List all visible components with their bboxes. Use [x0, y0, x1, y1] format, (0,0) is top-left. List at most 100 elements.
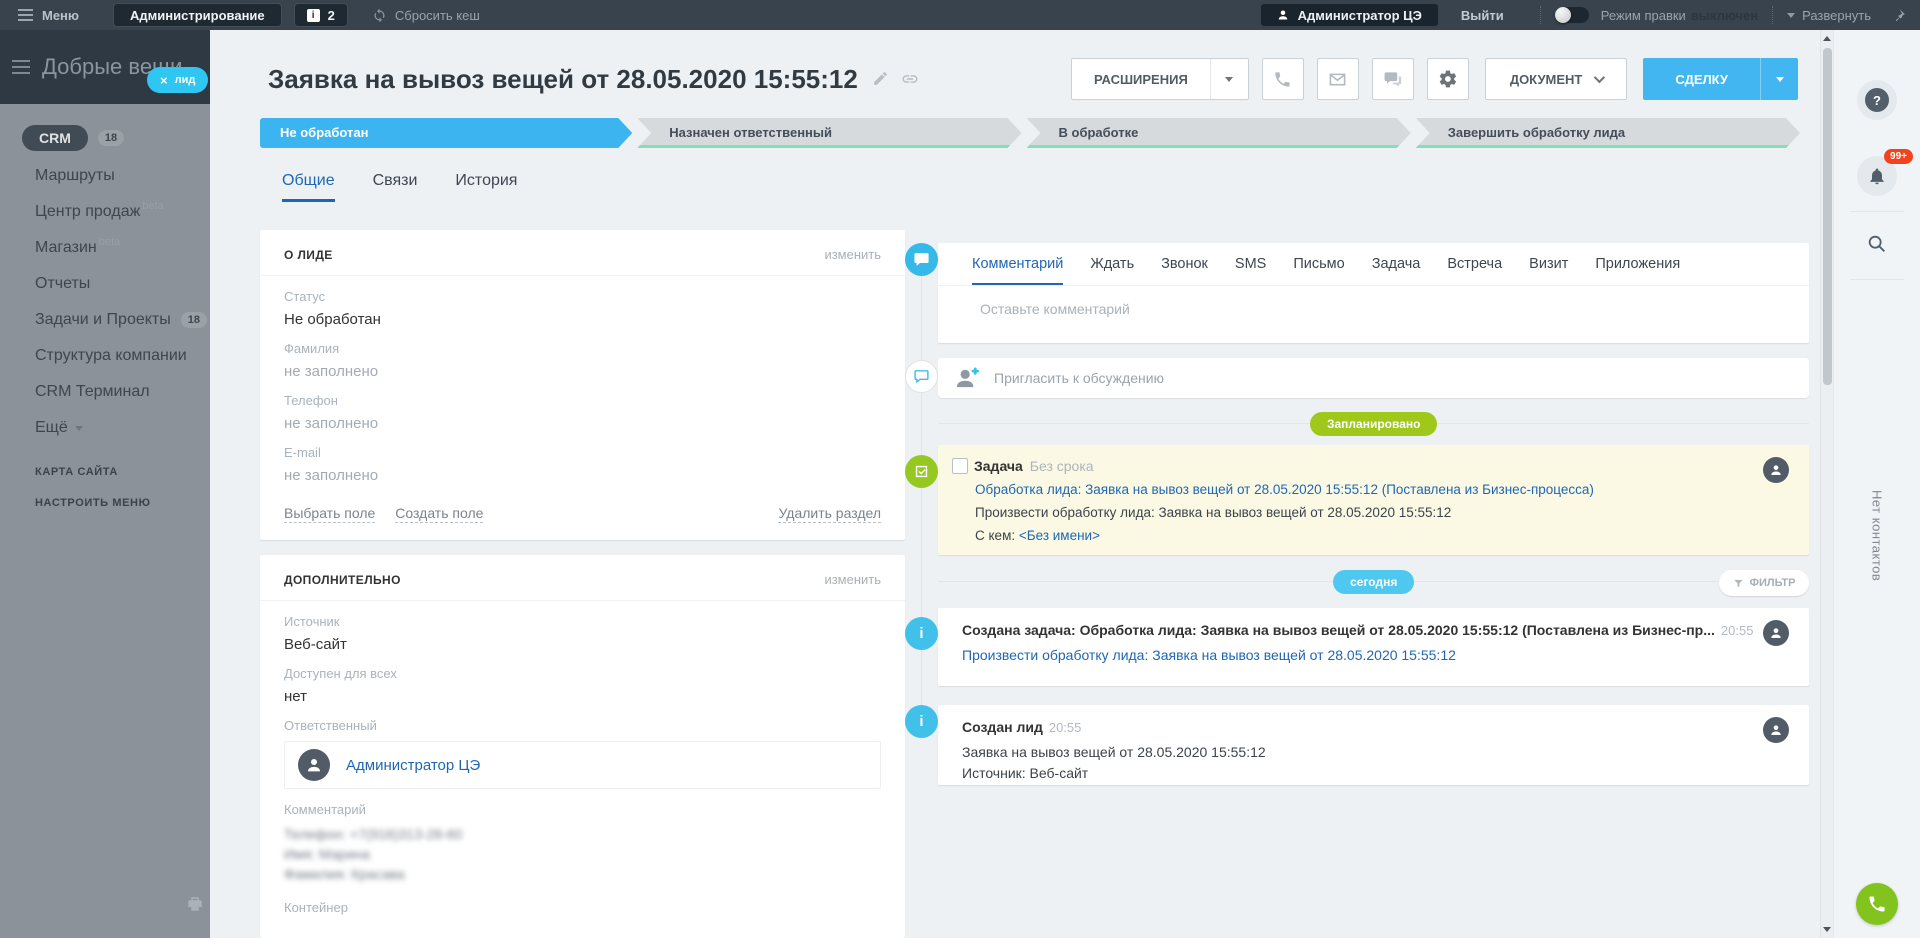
- tab-wait[interactable]: Ждать: [1090, 256, 1134, 285]
- tab-comment[interactable]: Комментарий: [972, 256, 1063, 285]
- page-header: Заявка на вывоз вещей от 28.05.2020 15:5…: [210, 30, 1820, 118]
- top-menu-label[interactable]: Меню: [42, 8, 79, 23]
- pin-icon[interactable]: [1891, 8, 1906, 23]
- vertical-scrollbar[interactable]: [1820, 30, 1833, 938]
- call-widget-button[interactable]: [1856, 883, 1898, 925]
- scroll-down-arrow[interactable]: [1823, 927, 1831, 932]
- responsible-name-link[interactable]: Администратор ЦЭ: [346, 757, 480, 774]
- avatar[interactable]: [1763, 717, 1789, 743]
- comment-blurred-line: Телефон: +7(916)313-28-60: [284, 824, 881, 844]
- field-comment: Комментарий: [284, 802, 881, 817]
- sidebar-item-crm-terminal[interactable]: CRM Терминал: [22, 374, 210, 410]
- sidebar-footer: КАРТА САЙТА НАСТРОИТЬ МЕНЮ: [35, 466, 210, 528]
- field-container: Контейнер: [284, 900, 881, 915]
- info-stream-icon: i: [905, 617, 938, 650]
- create-deal-button[interactable]: СДЕЛКУ: [1643, 58, 1798, 100]
- sitemap-link[interactable]: КАРТА САЙТА: [35, 466, 210, 497]
- top-menu-icon[interactable]: [18, 9, 33, 21]
- bell-icon: [1867, 166, 1887, 186]
- sidebar-item-tasks[interactable]: Задачи и Проекты18: [22, 302, 210, 338]
- sidebar-menu-icon[interactable]: [12, 60, 30, 74]
- screen: Меню Администрирование i 2 Сбросить кеш …: [0, 0, 1920, 938]
- lead-slider-tab[interactable]: × лид: [147, 67, 208, 93]
- task-deadline: Без срока: [1030, 458, 1094, 474]
- tab-meeting[interactable]: Встреча: [1447, 256, 1502, 285]
- comment-input[interactable]: Оставьте комментарий: [980, 301, 1809, 317]
- delete-section-link[interactable]: Удалить раздел: [778, 505, 881, 523]
- stage-not-processed[interactable]: Не обработан: [260, 118, 632, 148]
- phone-icon: [1273, 70, 1292, 89]
- planned-task-card: Задача Без срока Обработка лида: Заявка …: [938, 445, 1809, 555]
- stage-finish[interactable]: Завершить обработку лида: [1416, 118, 1800, 148]
- select-field-link[interactable]: Выбрать поле: [284, 505, 375, 523]
- settings-button[interactable]: [1427, 58, 1469, 100]
- close-icon[interactable]: ×: [160, 73, 168, 88]
- edit-title-icon[interactable]: [872, 70, 889, 88]
- tab-history[interactable]: История: [455, 172, 517, 202]
- search-button[interactable]: [1857, 224, 1897, 264]
- tab-visit[interactable]: Визит: [1529, 256, 1568, 285]
- print-icon[interactable]: [186, 895, 204, 918]
- tab-letter[interactable]: Письмо: [1293, 256, 1344, 285]
- sidebar-item-company-structure[interactable]: Структура компании: [22, 338, 210, 374]
- entry-time: 20:55: [1721, 623, 1754, 638]
- avatar[interactable]: [1763, 457, 1789, 483]
- responsible-user[interactable]: Администратор ЦЭ: [284, 741, 881, 789]
- document-button[interactable]: ДОКУМЕНТ: [1485, 58, 1628, 100]
- email-button[interactable]: [1317, 58, 1359, 100]
- filter-button[interactable]: ФИЛЬТР: [1719, 570, 1810, 596]
- task-title-link[interactable]: Обработка лида: Заявка на вывоз вещей от…: [975, 482, 1789, 497]
- tab-general[interactable]: Общие: [282, 172, 335, 202]
- shell: Добрые вещи × лид CRM 18 Маршруты Центр …: [0, 30, 1920, 938]
- info-count: 2: [328, 8, 335, 23]
- configure-menu-link[interactable]: НАСТРОИТЬ МЕНЮ: [35, 497, 210, 528]
- edit-section-link[interactable]: изменить: [824, 247, 881, 262]
- tab-task[interactable]: Задача: [1372, 256, 1421, 285]
- edit-section-link[interactable]: изменить: [824, 572, 881, 587]
- logout-link[interactable]: Выйти: [1461, 8, 1504, 23]
- extensions-dropdown[interactable]: [1210, 59, 1248, 99]
- copy-link-icon[interactable]: [901, 70, 919, 88]
- chat-button[interactable]: [1372, 58, 1414, 100]
- sidebar-item-routes[interactable]: Маршруты: [22, 158, 210, 194]
- clear-cache-button[interactable]: Сбросить кеш: [372, 8, 480, 23]
- tab-relations[interactable]: Связи: [373, 172, 418, 202]
- extensions-button[interactable]: РАСШИРЕНИЯ: [1071, 58, 1249, 100]
- help-button[interactable]: ?: [1857, 80, 1897, 120]
- task-checkbox[interactable]: [952, 458, 968, 474]
- sidebar-item-sales-center[interactable]: Центр продажbeta: [22, 194, 210, 230]
- invite-stream-icon: [905, 360, 938, 393]
- notifications-button[interactable]: 99+: [1857, 156, 1897, 196]
- entry-link[interactable]: Произвести обработку лида: Заявка на выв…: [962, 647, 1753, 663]
- current-user-button[interactable]: Администратор ЦЭ: [1260, 3, 1439, 27]
- invite-to-discussion[interactable]: Пригласить к обсуждению: [938, 358, 1809, 398]
- administration-button[interactable]: Администрирование: [113, 3, 282, 27]
- timeline-column: i i Комментарий Ждать Звонок SMS Письмо …: [905, 230, 1820, 938]
- stage-assigned[interactable]: Назначен ответственный: [637, 118, 1021, 148]
- info-counter-button[interactable]: i 2: [294, 3, 348, 27]
- sidebar-item-reports[interactable]: Отчеты: [22, 266, 210, 302]
- edit-mode-toggle[interactable]: [1555, 7, 1589, 23]
- create-field-link[interactable]: Создать поле: [395, 505, 483, 523]
- call-button[interactable]: [1262, 58, 1304, 100]
- question-icon: ?: [1865, 88, 1889, 112]
- comment-blurred-line: Имя: Марина: [284, 844, 881, 864]
- task-description: Произвести обработку лида: Заявка на выв…: [975, 505, 1789, 520]
- task-with-link[interactable]: <Без имени>: [1019, 528, 1100, 543]
- deal-dropdown[interactable]: [1760, 58, 1798, 100]
- scrollbar-thumb[interactable]: [1823, 48, 1832, 385]
- tab-call[interactable]: Звонок: [1161, 256, 1208, 285]
- expand-button[interactable]: Развернуть: [1787, 8, 1871, 23]
- stage-in-progress[interactable]: В обработке: [1027, 118, 1411, 148]
- avatar[interactable]: [1763, 620, 1789, 646]
- sidebar-item-crm[interactable]: CRM 18: [22, 118, 210, 158]
- sidebar-item-shop[interactable]: Магазинbeta: [22, 230, 210, 266]
- new-comment-card: Комментарий Ждать Звонок SMS Письмо Зада…: [938, 243, 1809, 343]
- field-phone: Телефон не заполнено: [284, 393, 881, 432]
- tab-apps[interactable]: Приложения: [1595, 256, 1680, 285]
- info-icon: i: [307, 9, 320, 22]
- lead-stage-bar: Не обработан Назначен ответственный В об…: [260, 118, 1800, 148]
- scroll-up-arrow[interactable]: [1823, 36, 1831, 41]
- sidebar-item-more[interactable]: Ещё: [22, 410, 210, 446]
- tab-sms[interactable]: SMS: [1235, 256, 1266, 285]
